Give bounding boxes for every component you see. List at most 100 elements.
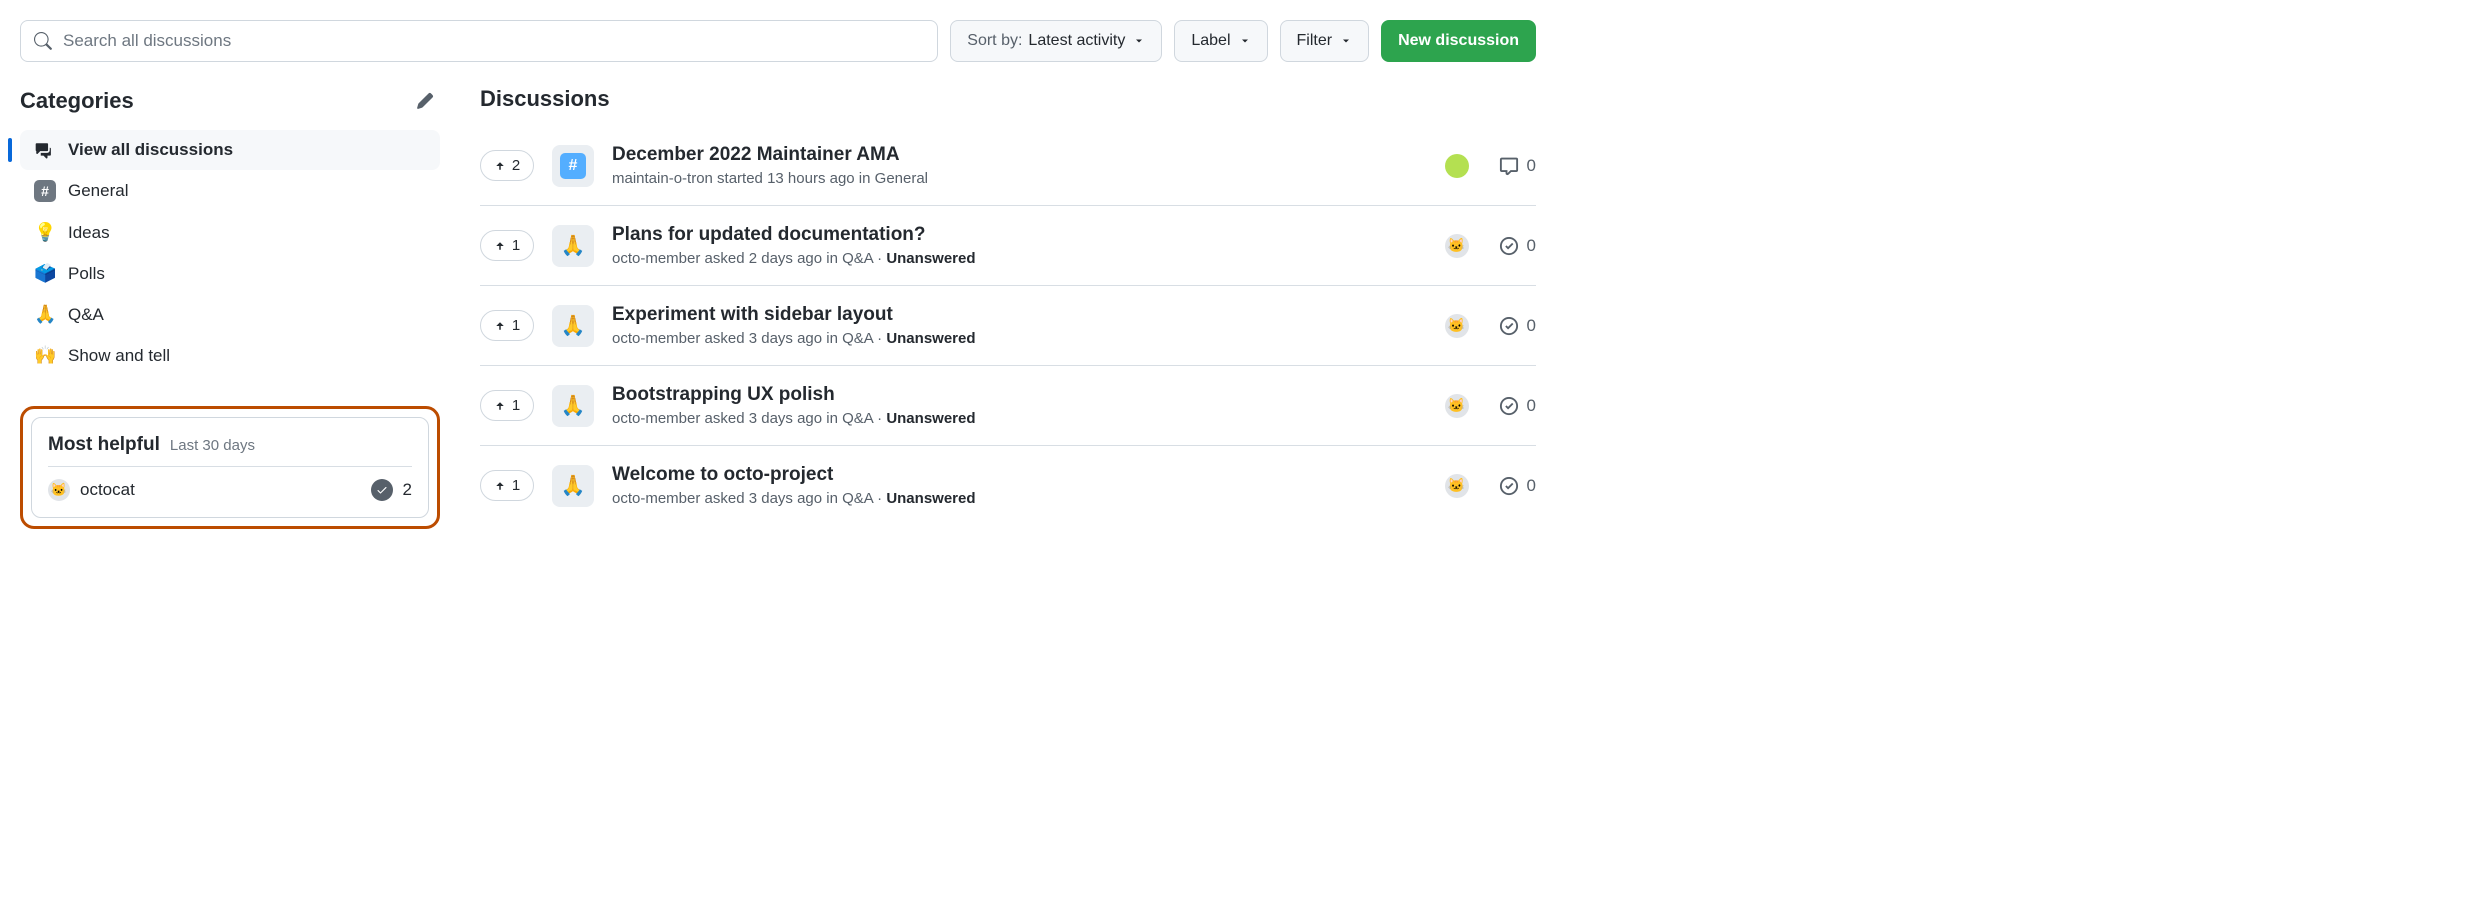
sort-button[interactable]: Sort by: Latest activity xyxy=(950,20,1162,62)
label-button-text: Label xyxy=(1191,32,1230,50)
sidebar-item-q&a[interactable]: 🙏 Q&A xyxy=(20,294,440,335)
sidebar-item-general[interactable]: # General xyxy=(20,170,440,212)
sidebar-item-label: Polls xyxy=(68,264,105,284)
discussion-meta: octo-member asked 3 days ago in Q&A · Un… xyxy=(612,490,1427,507)
discussion-category-icon: # xyxy=(552,145,594,187)
pencil-icon xyxy=(416,92,434,110)
new-discussion-text: New discussion xyxy=(1398,32,1519,50)
sidebar-item-polls[interactable]: 🗳️ Polls xyxy=(20,253,440,294)
categories-title: Categories xyxy=(20,88,134,114)
vote-count: 1 xyxy=(512,477,520,494)
sidebar-item-show-and-tell[interactable]: 🙌 Show and tell xyxy=(20,335,440,376)
discussion-row[interactable]: 1 🙏 Welcome to octo-project octo-member ask… xyxy=(480,446,1536,525)
discussion-stat[interactable]: 0 xyxy=(1499,396,1536,416)
most-helpful-username: octocat xyxy=(80,480,361,500)
discussion-row[interactable]: 1 🙏 Experiment with sidebar layout octo-mem… xyxy=(480,286,1536,366)
vote-count: 1 xyxy=(512,317,520,334)
discussion-stat[interactable]: 0 xyxy=(1499,236,1536,256)
label-button[interactable]: Label xyxy=(1174,20,1267,62)
discussion-title[interactable]: Plans for updated documentation? xyxy=(612,224,1427,246)
filter-button-text: Filter xyxy=(1297,32,1333,50)
sidebar-item-label: General xyxy=(68,181,128,201)
most-helpful-count: 2 xyxy=(403,480,412,500)
discussion-title[interactable]: Welcome to octo-project xyxy=(612,464,1427,486)
most-helpful-user[interactable]: 🐱 octocat 2 xyxy=(48,479,412,501)
discussion-meta: octo-member asked 3 days ago in Q&A · Un… xyxy=(612,330,1427,347)
sidebar-item-label: View all discussions xyxy=(68,140,233,160)
check-badge-icon xyxy=(371,479,393,501)
arrow-up-icon xyxy=(494,480,506,492)
discussion-row[interactable]: 1 🙏 Plans for updated documentation? octo-m… xyxy=(480,206,1536,286)
arrow-up-icon xyxy=(494,240,506,252)
avatar[interactable] xyxy=(1445,154,1469,178)
discussion-stat[interactable]: 0 xyxy=(1499,156,1536,176)
upvote-button[interactable]: 1 xyxy=(480,470,534,501)
search-input[interactable] xyxy=(20,20,938,62)
category-emoji: 🗳️ xyxy=(34,263,56,284)
category-emoji: 🙏 xyxy=(34,304,56,325)
avatar[interactable]: 🐱 xyxy=(1445,314,1469,338)
stat-count: 0 xyxy=(1527,156,1536,176)
arrow-up-icon xyxy=(494,320,506,332)
sort-value: Latest activity xyxy=(1028,32,1125,50)
vote-count: 1 xyxy=(512,397,520,414)
vote-count: 1 xyxy=(512,237,520,254)
upvote-button[interactable]: 1 xyxy=(480,390,534,421)
discussion-category-icon: 🙏 xyxy=(552,385,594,427)
discussion-row[interactable]: 1 🙏 Bootstrapping UX polish octo-member ask… xyxy=(480,366,1536,446)
avatar: 🐱 xyxy=(48,479,70,501)
upvote-button[interactable]: 2 xyxy=(480,150,534,181)
sidebar-item-label: Q&A xyxy=(68,305,104,325)
upvote-button[interactable]: 1 xyxy=(480,230,534,261)
avatar[interactable]: 🐱 xyxy=(1445,234,1469,258)
check-circle-icon xyxy=(1499,316,1519,336)
sidebar-item-label: Ideas xyxy=(68,223,110,243)
search-icon xyxy=(34,32,52,50)
discussions-title: Discussions xyxy=(480,86,1536,112)
category-emoji: 🙌 xyxy=(34,345,56,366)
sort-prefix: Sort by: xyxy=(967,32,1022,50)
sidebar-item-ideas[interactable]: 💡 Ideas xyxy=(20,212,440,253)
new-discussion-button[interactable]: New discussion xyxy=(1381,20,1536,62)
most-helpful-subtitle: Last 30 days xyxy=(170,437,255,454)
hash-icon: # xyxy=(560,153,586,179)
edit-categories-button[interactable] xyxy=(410,86,440,116)
most-helpful-title: Most helpful xyxy=(48,434,160,456)
discussion-stat[interactable]: 0 xyxy=(1499,476,1536,496)
avatar[interactable]: 🐱 xyxy=(1445,474,1469,498)
category-emoji: 💡 xyxy=(34,222,56,243)
filter-button[interactable]: Filter xyxy=(1280,20,1370,62)
sidebar-item-label: Show and tell xyxy=(68,346,170,366)
comment-icon xyxy=(1499,156,1519,176)
chevron-down-icon xyxy=(1239,35,1251,47)
stat-count: 0 xyxy=(1527,236,1536,256)
check-circle-icon xyxy=(1499,396,1519,416)
check-circle-icon xyxy=(1499,236,1519,256)
sidebar-item-view-all-discussions[interactable]: View all discussions xyxy=(20,130,440,170)
upvote-button[interactable]: 1 xyxy=(480,310,534,341)
discussion-meta: maintain-o-tron started 13 hours ago in … xyxy=(612,170,1427,187)
hash-icon: # xyxy=(34,180,56,202)
discussion-category-icon: 🙏 xyxy=(552,305,594,347)
discussion-meta: octo-member asked 2 days ago in Q&A · Un… xyxy=(612,250,1427,267)
discussion-stat[interactable]: 0 xyxy=(1499,316,1536,336)
check-circle-icon xyxy=(1499,476,1519,496)
vote-count: 2 xyxy=(512,157,520,174)
arrow-up-icon xyxy=(494,400,506,412)
discussion-icon xyxy=(34,141,56,159)
discussion-title[interactable]: December 2022 Maintainer AMA xyxy=(612,144,1427,166)
discussion-row[interactable]: 2 # December 2022 Maintainer AMA maintain-o… xyxy=(480,126,1536,206)
most-helpful-card: Most helpful Last 30 days 🐱 octocat 2 xyxy=(20,406,440,529)
chevron-down-icon xyxy=(1133,35,1145,47)
stat-count: 0 xyxy=(1527,476,1536,496)
discussion-title[interactable]: Experiment with sidebar layout xyxy=(612,304,1427,326)
avatar[interactable]: 🐱 xyxy=(1445,394,1469,418)
arrow-up-icon xyxy=(494,160,506,172)
stat-count: 0 xyxy=(1527,396,1536,416)
discussion-category-icon: 🙏 xyxy=(552,225,594,267)
stat-count: 0 xyxy=(1527,316,1536,336)
discussion-category-icon: 🙏 xyxy=(552,465,594,507)
discussion-meta: octo-member asked 3 days ago in Q&A · Un… xyxy=(612,410,1427,427)
chevron-down-icon xyxy=(1340,35,1352,47)
discussion-title[interactable]: Bootstrapping UX polish xyxy=(612,384,1427,406)
